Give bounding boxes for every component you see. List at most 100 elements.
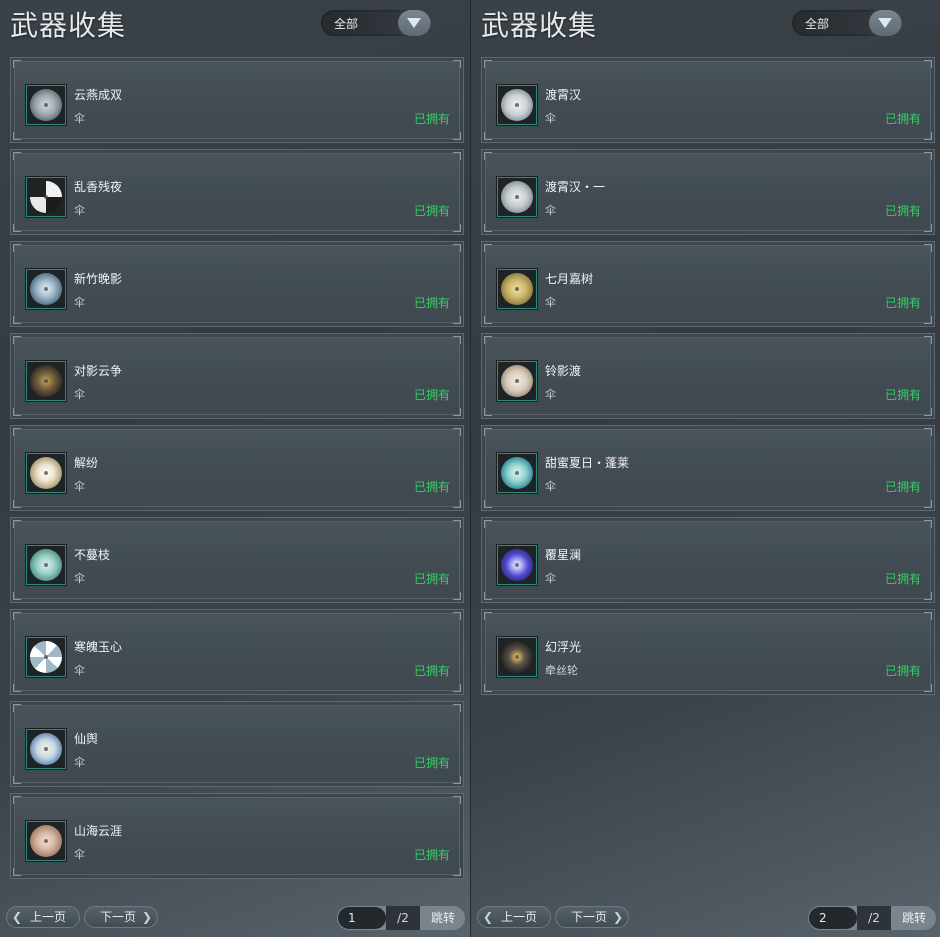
weapon-card[interactable]: 七月嘉树伞 已拥有 — [481, 241, 935, 327]
owned-status-label: 已拥有 — [413, 296, 450, 310]
weapon-card[interactable]: 新竹晚影伞 已拥有 — [10, 241, 464, 327]
owned-status-label: 已拥有 — [413, 480, 450, 494]
corner-ornament — [13, 776, 21, 784]
corner-ornament — [453, 408, 461, 416]
next-page-button[interactable]: 下一页 ❯ — [84, 906, 158, 928]
owned-status-label: 已拥有 — [413, 112, 450, 126]
weapon-icon — [497, 177, 537, 217]
weapon-type: 伞 — [74, 204, 85, 217]
corner-ornament — [484, 132, 492, 140]
corner-ornament — [453, 336, 461, 344]
chevron-down-icon[interactable] — [398, 10, 430, 36]
weapon-icon — [26, 85, 66, 125]
weapon-icon — [497, 85, 537, 125]
corner-ornament — [484, 684, 492, 692]
weapon-card[interactable]: 对影云争伞 已拥有 — [10, 333, 464, 419]
prev-page-button[interactable]: ❮ 上一页 — [6, 906, 80, 928]
weapon-icon — [26, 545, 66, 585]
filter-dropdown[interactable]: 全部 — [792, 10, 902, 36]
corner-ornament — [924, 152, 932, 160]
weapon-name: 云燕成双 — [74, 88, 123, 102]
weapon-card[interactable]: 幻浮光 牵丝轮 已拥有 — [481, 609, 935, 695]
weapon-list: 渡霄汉伞已拥有 渡霄汉・一伞已拥有 七月嘉树伞已拥有 铃影渡伞已拥有 甜蜜夏日・蓬莱伞已… — [481, 57, 935, 701]
weapon-type: 伞 — [74, 112, 85, 125]
corner-ornament — [924, 408, 932, 416]
corner-ornament — [13, 244, 21, 252]
weapon-type: 伞 — [545, 572, 556, 585]
chevron-down-icon[interactable] — [869, 10, 901, 36]
jump-button[interactable]: 跳转 — [892, 906, 936, 930]
corner-ornament — [13, 868, 21, 876]
umbrella-icon — [30, 181, 62, 213]
corner-ornament — [924, 592, 932, 600]
jump-button[interactable]: 跳转 — [421, 906, 465, 930]
weapon-card[interactable]: 不蔓枝伞 已拥有 — [10, 517, 464, 603]
chevron-right-icon: ❯ — [141, 910, 152, 924]
page-number-input[interactable]: 1 — [338, 907, 386, 929]
umbrella-icon — [30, 365, 62, 397]
owned-status-label: 已拥有 — [413, 388, 450, 402]
weapon-name: 寒魄玉心 — [74, 640, 123, 654]
weapon-icon — [26, 177, 66, 217]
corner-ornament — [453, 224, 461, 232]
corner-ornament — [13, 152, 21, 160]
corner-ornament — [13, 612, 21, 620]
owned-status-label: 已拥有 — [413, 756, 450, 770]
weapon-card[interactable]: 甜蜜夏日・蓬莱伞 已拥有 — [481, 425, 935, 511]
weapon-icon — [26, 269, 66, 309]
page-jump-control: 2 /2 跳转 — [808, 906, 936, 930]
umbrella-icon — [30, 733, 62, 765]
prev-page-label: 上一页 — [500, 910, 537, 924]
filter-dropdown[interactable]: 全部 — [321, 10, 431, 36]
corner-ornament — [484, 612, 492, 620]
weapon-type: 伞 — [74, 388, 85, 401]
weapon-panel-page-2: 武器收集 全部 渡霄汉伞已拥有 渡霄汉・一伞已拥有 七月嘉树伞已拥有 铃影渡伞已拥有甜… — [470, 0, 940, 937]
panel-title: 武器收集 — [10, 9, 127, 42]
umbrella-icon — [501, 457, 533, 489]
umbrella-icon — [501, 273, 533, 305]
weapon-card[interactable]: 覆星澜伞 已拥有 — [481, 517, 935, 603]
weapon-card[interactable]: 山海云涯伞 已拥有 — [10, 793, 464, 879]
weapon-card[interactable]: 乱香残夜伞 已拥有 — [10, 149, 464, 235]
owned-status-label: 已拥有 — [884, 296, 921, 310]
page-total: /2 — [386, 906, 420, 930]
corner-ornament — [453, 152, 461, 160]
weapon-card[interactable]: 仙舆伞 已拥有 — [10, 701, 464, 787]
weapon-icon — [26, 453, 66, 493]
weapon-name: 不蔓枝 — [74, 548, 111, 562]
corner-ornament — [13, 408, 21, 416]
weapon-icon — [26, 361, 66, 401]
corner-ornament — [453, 868, 461, 876]
corner-ornament — [484, 60, 492, 68]
corner-ornament — [13, 684, 21, 692]
corner-ornament — [924, 224, 932, 232]
page-number-input[interactable]: 2 — [809, 907, 857, 929]
weapon-type: 伞 — [545, 112, 556, 125]
weapon-name: 七月嘉树 — [545, 272, 594, 286]
weapon-type: 伞 — [545, 296, 556, 309]
weapon-card[interactable]: 云燕成双伞 已拥有 — [10, 57, 464, 143]
weapon-list: 云燕成双伞已拥有 乱香残夜伞已拥有 新竹晚影伞已拥有 对影云争伞已拥有 解纷伞已拥有 不蔓… — [10, 57, 464, 885]
weapon-card[interactable]: 铃影渡伞 已拥有 — [481, 333, 935, 419]
weapon-icon — [497, 545, 537, 585]
weapon-icon — [497, 361, 537, 401]
corner-ornament — [453, 704, 461, 712]
corner-ornament — [924, 612, 932, 620]
corner-ornament — [453, 612, 461, 620]
corner-ornament — [484, 408, 492, 416]
corner-ornament — [453, 132, 461, 140]
weapon-card[interactable]: 渡霄汉・一伞 已拥有 — [481, 149, 935, 235]
weapon-card[interactable]: 寒魄玉心伞 已拥有 — [10, 609, 464, 695]
umbrella-icon — [501, 641, 533, 673]
owned-status-label: 已拥有 — [413, 848, 450, 862]
weapon-card[interactable]: 解纷伞 已拥有 — [10, 425, 464, 511]
weapon-type: 伞 — [545, 480, 556, 493]
corner-ornament — [924, 60, 932, 68]
umbrella-icon — [30, 457, 62, 489]
weapon-icon — [497, 269, 537, 309]
prev-page-button[interactable]: ❮ 上一页 — [477, 906, 551, 928]
next-page-button[interactable]: 下一页 ❯ — [555, 906, 629, 928]
weapon-card[interactable]: 渡霄汉伞 已拥有 — [481, 57, 935, 143]
corner-ornament — [924, 428, 932, 436]
weapon-name: 仙舆 — [74, 732, 99, 746]
